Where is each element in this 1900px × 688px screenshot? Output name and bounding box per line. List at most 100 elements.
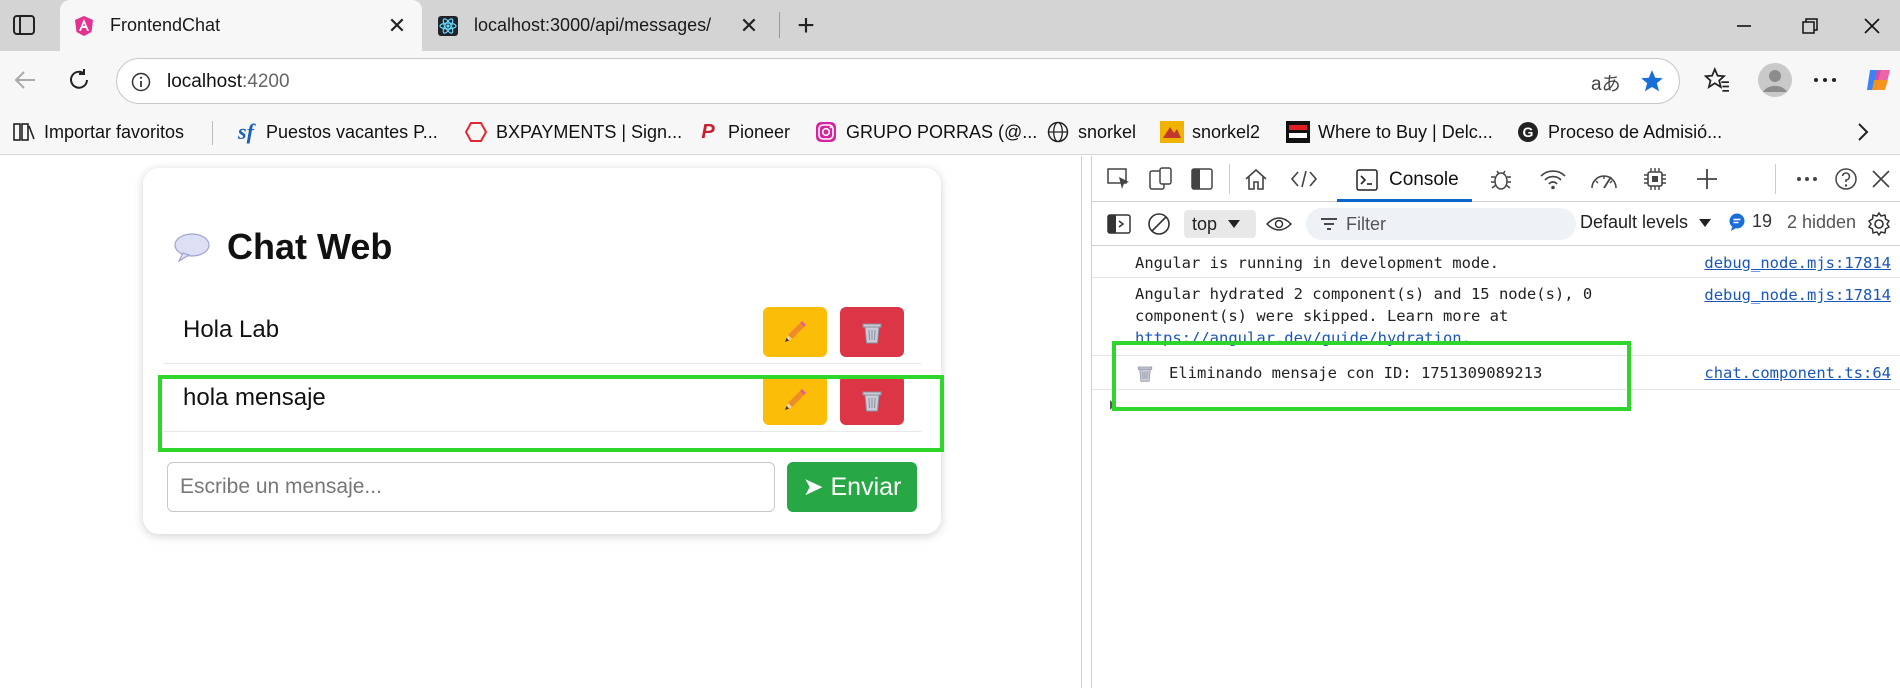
welcome-home-icon[interactable]: [1241, 164, 1271, 194]
favorite-star-icon[interactable]: [1639, 68, 1665, 99]
performance-gauge-icon[interactable]: [1589, 164, 1619, 194]
angular-icon: [72, 14, 96, 38]
translate-icon[interactable]: aあ: [1591, 69, 1621, 96]
message-text: Hola Lab: [183, 316, 280, 343]
tab-api-messages[interactable]: localhost:3000/api/messages/ ✕: [424, 0, 774, 51]
levels-label: Default levels: [1580, 212, 1689, 232]
bookmark-pioneer[interactable]: P Pioneer: [696, 109, 790, 155]
profile-avatar-icon[interactable]: [1754, 59, 1796, 101]
filter-input[interactable]: Filter: [1306, 208, 1576, 240]
bookmark-label: snorkel: [1078, 121, 1137, 142]
bookmark-proceso-admision[interactable]: G Proceso de Admisió...: [1516, 109, 1722, 155]
log-source-link[interactable]: debug_node.mjs:17814: [1704, 254, 1891, 272]
favorites-icon[interactable]: [1700, 63, 1734, 97]
bookmark-grupo-porras[interactable]: GRUPO PORRAS (@...: [814, 109, 1037, 155]
add-tool-icon[interactable]: [1692, 164, 1722, 194]
bookmark-label: Where to Buy | Delc...: [1318, 121, 1493, 142]
close-devtools-icon[interactable]: [1866, 164, 1896, 194]
console-settings-gear-icon[interactable]: [1864, 209, 1894, 239]
bookmark-bxpayments[interactable]: BXPAYMENTS | Sign...: [464, 109, 682, 155]
svg-text:G: G: [1523, 124, 1534, 140]
close-tab-icon[interactable]: ✕: [382, 11, 412, 41]
bookmark-where-to-buy[interactable]: Where to Buy | Delc...: [1286, 109, 1493, 155]
log-source-link[interactable]: debug_node.mjs:17814: [1704, 286, 1891, 304]
log-levels-dropdown[interactable]: Default levels: [1580, 212, 1712, 233]
site-info-icon[interactable]: [129, 70, 153, 94]
help-icon[interactable]: [1831, 164, 1861, 194]
inspect-element-icon[interactable]: [1104, 164, 1134, 194]
clear-console-icon[interactable]: [1144, 209, 1174, 239]
elements-code-icon[interactable]: [1289, 164, 1319, 194]
url-port: :4200: [242, 71, 290, 92]
tab-separator: [779, 12, 780, 38]
more-tools-icon[interactable]: [1792, 164, 1822, 194]
tab-strip: FrontendChat ✕ localhost:3000/api/messag…: [0, 0, 1900, 51]
live-expression-eye-icon[interactable]: [1264, 209, 1294, 239]
address-bar[interactable]: localhost:4200 aあ: [116, 58, 1680, 104]
close-window-icon[interactable]: [1844, 0, 1900, 51]
bookmark-label: Proceso de Admisió...: [1548, 121, 1723, 142]
chat-heading: Chat Web: [173, 226, 392, 268]
bookmark-snorkel[interactable]: snorkel: [1046, 109, 1136, 155]
restore-icon[interactable]: [1782, 0, 1838, 51]
tab-actions-icon[interactable]: [10, 12, 38, 38]
devtools-toolbar: Console: [1092, 156, 1900, 202]
message-input[interactable]: [167, 462, 775, 512]
bookmark-label: Importar favoritos: [44, 121, 185, 142]
console-icon: [1355, 168, 1379, 192]
network-wifi-icon[interactable]: [1538, 164, 1568, 194]
snorkel2-icon: [1160, 120, 1184, 144]
context-selector[interactable]: top: [1184, 210, 1256, 238]
tab-frontendchat[interactable]: FrontendChat ✕: [60, 0, 422, 51]
edit-button[interactable]: [763, 307, 827, 357]
filter-placeholder: Filter: [1346, 213, 1386, 234]
message-item: Hola Lab: [163, 296, 921, 364]
page-title: Chat Web: [227, 226, 393, 267]
dropdown-arrow-icon: [1699, 218, 1712, 227]
issues-counter[interactable]: 19: [1728, 211, 1772, 232]
log-source-link[interactable]: chat.component.ts:64: [1704, 364, 1891, 382]
speech-bubble-icon: [174, 233, 210, 262]
issues-message-icon: [1729, 213, 1745, 231]
console-filter-bar: top Filter Default levels 19 2 hidden: [1092, 202, 1900, 246]
bookmark-label: GRUPO PORRAS (@...: [846, 121, 1038, 142]
device-emulation-icon[interactable]: [1146, 164, 1176, 194]
memory-chip-icon[interactable]: [1640, 164, 1670, 194]
dock-side-icon[interactable]: [1187, 164, 1217, 194]
copilot-icon[interactable]: [1862, 63, 1896, 97]
bookmark-puestos-vacantes[interactable]: sf Puestos vacantes P...: [234, 109, 438, 155]
log-message: Angular is running in development mode.: [1135, 254, 1499, 272]
instagram-icon: [814, 120, 838, 144]
devtools-panel: Console top Filter Default levels 19 2 h…: [1091, 156, 1900, 688]
url-text[interactable]: localhost:4200: [167, 71, 290, 93]
bookmark-snorkel2[interactable]: snorkel2: [1160, 109, 1260, 155]
bookmark-importar-favoritos[interactable]: Importar favoritos: [12, 109, 184, 155]
bookmark-label: BXPAYMENTS | Sign...: [496, 121, 683, 142]
bookmarks-bar: Importar favoritos sf Puestos vacantes P…: [0, 109, 1900, 155]
pencil-icon: [785, 321, 806, 342]
import-favorites-icon: [12, 120, 36, 144]
globe-icon: [1046, 120, 1070, 144]
delco-icon: [1286, 120, 1310, 144]
more-options-icon[interactable]: [1808, 63, 1842, 97]
toolbar-separator: [1229, 164, 1230, 194]
bookmark-label: Pioneer: [728, 121, 791, 142]
chevron-right-icon[interactable]: [1850, 119, 1876, 145]
log-message-line: Angular hydrated 2 component(s) and 15 n…: [1135, 285, 1593, 303]
minimize-icon[interactable]: [1716, 0, 1772, 51]
sidebar-toggle-icon[interactable]: [1104, 209, 1134, 239]
bookmarks-separator: [212, 121, 213, 145]
refresh-icon[interactable]: [62, 63, 96, 97]
bug-icon[interactable]: [1486, 164, 1516, 194]
bookmark-label: Puestos vacantes P...: [266, 121, 438, 142]
toolbar-separator: [1775, 164, 1776, 194]
highlight-box-message: [158, 375, 944, 452]
delete-button[interactable]: [840, 307, 904, 357]
back-icon[interactable]: [8, 63, 42, 97]
new-tab-icon[interactable]: +: [790, 9, 822, 42]
chat-card: Chat Web Hola Lab hola mensaje ➤ Enviar: [143, 168, 941, 534]
close-tab-icon[interactable]: ✕: [734, 11, 764, 41]
send-button[interactable]: ➤ Enviar: [787, 462, 917, 512]
tab-console[interactable]: Console: [1337, 160, 1472, 202]
highlight-box-console: [1112, 341, 1631, 411]
